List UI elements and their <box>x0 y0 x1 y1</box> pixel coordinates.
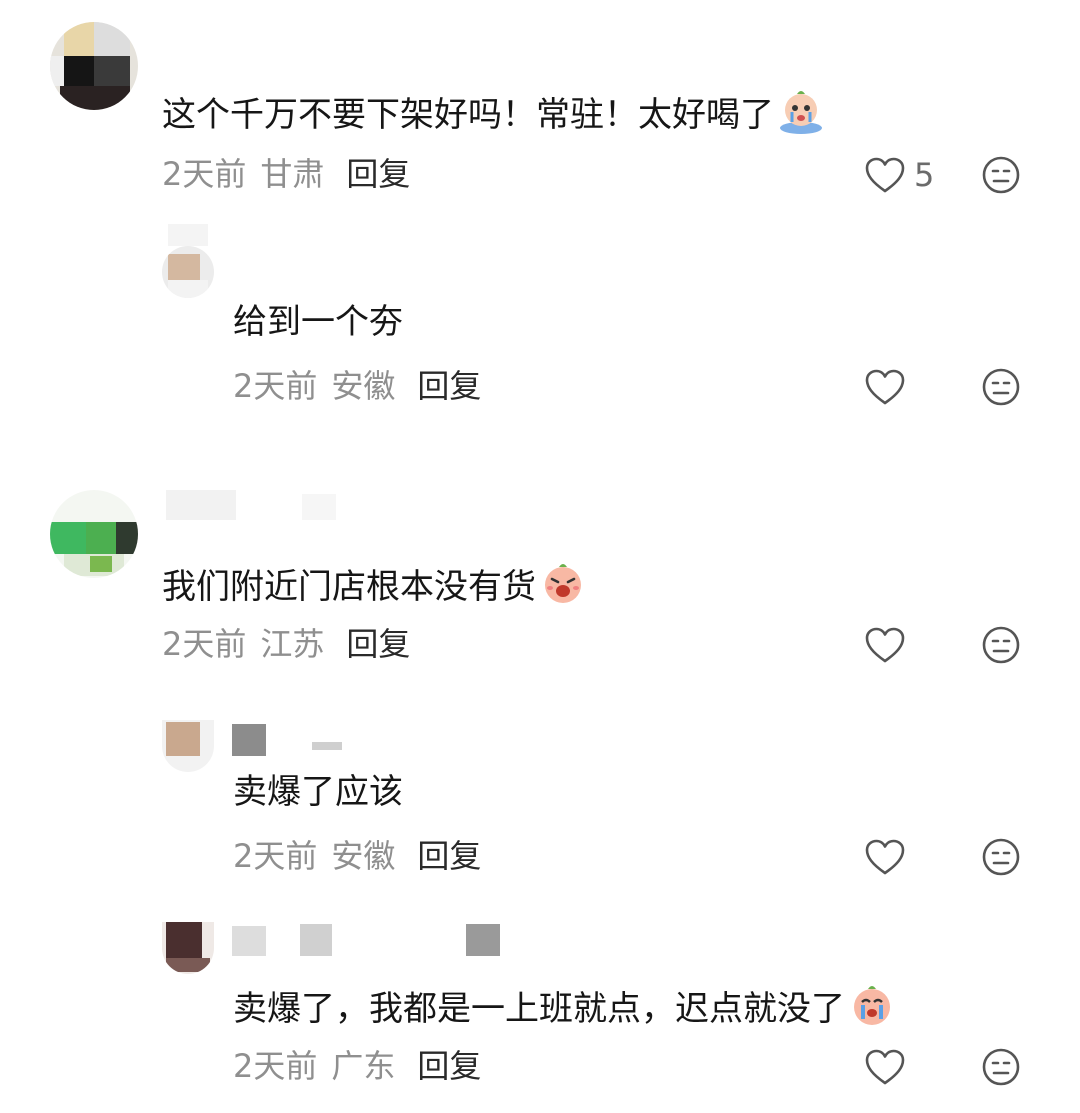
comment-text: 这个千万不要下架好吗！常驻！太好喝了 <box>162 88 824 137</box>
comment-location: 江苏 <box>260 625 325 663</box>
comment-2: 我们附近门店根本没有货 2天前 江苏 回复 <box>0 490 1080 690</box>
comment-location: 安徽 <box>331 367 396 405</box>
reply-button[interactable]: 回复 <box>346 155 410 193</box>
heart-icon <box>865 839 905 875</box>
neutral-face-icon <box>982 368 1020 406</box>
dislike-button[interactable] <box>980 624 1022 666</box>
heart-icon <box>865 157 905 193</box>
comment-location: 安徽 <box>331 837 396 875</box>
heart-icon <box>865 1049 905 1085</box>
neutral-face-icon <box>982 838 1020 876</box>
comment-text: 给到一个夯 <box>233 302 403 342</box>
reply-1: 给到一个夯 2天前 安徽 回复 <box>0 224 1080 424</box>
reply-button[interactable]: 回复 <box>417 1047 481 1085</box>
like-count: 5 <box>914 156 935 194</box>
comment-time: 2天前 <box>233 367 318 405</box>
like-button[interactable] <box>864 838 906 876</box>
comment-text: 我们附近门店根本没有货 <box>162 560 586 609</box>
username-blur <box>312 742 342 750</box>
comment-time: 2天前 <box>233 1047 318 1085</box>
heart-icon <box>865 369 905 405</box>
avatar[interactable] <box>162 720 214 772</box>
heart-icon <box>865 627 905 663</box>
comment-text: 卖爆了应该 <box>233 772 403 812</box>
dislike-button[interactable] <box>980 366 1022 408</box>
dislike-button[interactable] <box>980 154 1022 196</box>
reply-button[interactable]: 回复 <box>417 367 481 405</box>
comment-1: 这个千万不要下架好吗！常驻！太好喝了 2天前 甘肃 回复 5 <box>0 22 1080 222</box>
crying-face-emoji <box>854 986 890 1025</box>
comment-time: 2天前 <box>162 625 247 663</box>
neutral-face-icon <box>982 626 1020 664</box>
comment-meta: 2天前 甘肃 回复 <box>162 154 410 194</box>
reply-button[interactable]: 回复 <box>417 837 481 875</box>
comment-meta: 2天前 广东 回复 <box>233 1046 481 1086</box>
neutral-face-icon <box>982 1048 1020 1086</box>
username-blur <box>232 926 266 956</box>
username-blur <box>302 494 336 520</box>
crying-face-emoji <box>780 91 822 134</box>
comment-meta: 2天前 安徽 回复 <box>233 366 481 406</box>
username-blur <box>166 490 236 520</box>
reply-3: 卖爆了，我都是一上班就点，迟点就没了 2天前 广东 回复 <box>0 920 1080 1110</box>
comment-time: 2天前 <box>233 837 318 875</box>
dislike-button[interactable] <box>980 1046 1022 1088</box>
avatar[interactable] <box>162 246 214 298</box>
username-blur <box>168 224 208 246</box>
like-button[interactable] <box>864 1048 906 1086</box>
like-button[interactable]: 5 <box>864 156 934 194</box>
comment-meta: 2天前 安徽 回复 <box>233 836 481 876</box>
comment-text: 卖爆了，我都是一上班就点，迟点就没了 <box>233 982 895 1031</box>
username-blur <box>300 924 332 956</box>
avatar[interactable] <box>162 922 214 974</box>
comment-meta: 2天前 江苏 回复 <box>162 624 410 664</box>
like-button[interactable] <box>864 626 906 664</box>
shouting-face-emoji <box>545 564 581 603</box>
username-blur <box>466 924 500 956</box>
username-blur <box>232 724 266 756</box>
avatar[interactable] <box>50 22 138 110</box>
comment-location: 甘肃 <box>260 155 325 193</box>
avatar[interactable] <box>50 490 138 578</box>
like-button[interactable] <box>864 368 906 406</box>
neutral-face-icon <box>982 156 1020 194</box>
comment-time: 2天前 <box>162 155 247 193</box>
dislike-button[interactable] <box>980 836 1022 878</box>
comment-location: 广东 <box>331 1047 396 1085</box>
reply-2: 卖爆了应该 2天前 安徽 回复 <box>0 720 1080 910</box>
reply-button[interactable]: 回复 <box>346 625 410 663</box>
